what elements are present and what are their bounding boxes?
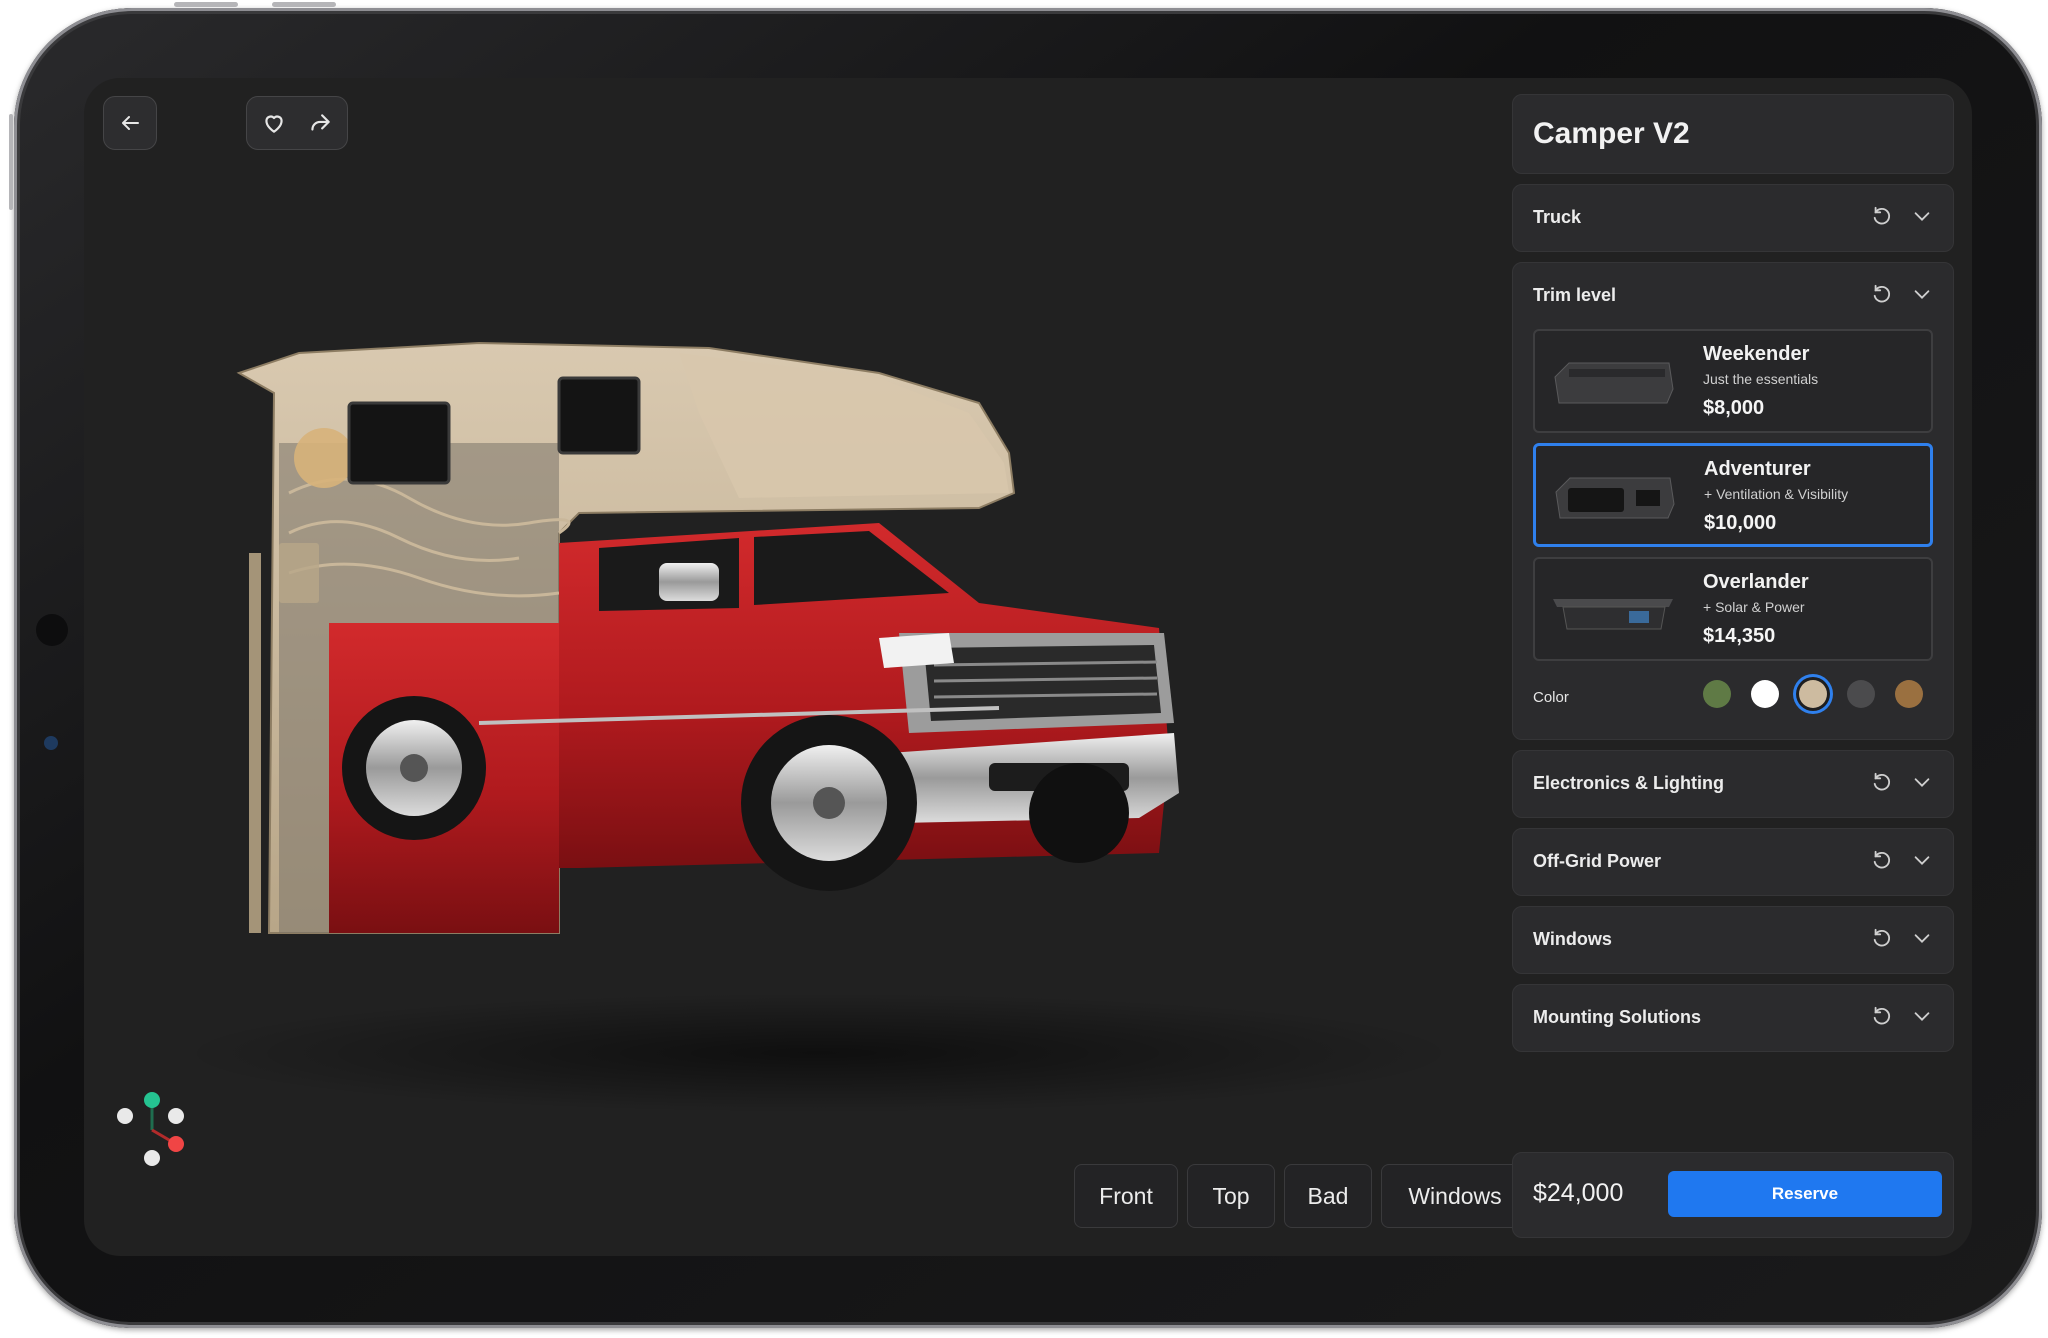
color-swatch[interactable]	[1847, 680, 1875, 708]
reset-icon[interactable]	[1871, 205, 1893, 227]
heart-icon[interactable]	[261, 110, 287, 136]
chevron-down-icon[interactable]	[1911, 1005, 1933, 1027]
power-button	[9, 114, 13, 210]
trim-option-adventurer[interactable]: Adventurer + Ventilation & Visibility $1…	[1533, 443, 1933, 547]
app-screen: Front Top Bad Windows Camper V2 Truck Tr…	[84, 78, 1972, 1256]
section-label: Truck	[1533, 207, 1582, 227]
trim-description: + Ventilation & Visibility	[1704, 486, 1849, 502]
checkout-bar: $24,000 Reserve	[1512, 1152, 1954, 1238]
color-swatch[interactable]	[1751, 680, 1779, 708]
section-mounting-solutions[interactable]: Mounting Solutions	[1512, 984, 1954, 1052]
section-trim-level: Trim level Weekender Just the essentials…	[1512, 262, 1954, 740]
trim-name: Adventurer	[1704, 458, 1811, 480]
axis-gizmo-icon[interactable]	[100, 1078, 210, 1188]
chevron-down-icon[interactable]	[1911, 927, 1933, 949]
chevron-down-icon[interactable]	[1911, 283, 1933, 305]
color-label: Color	[1533, 689, 1569, 706]
arrow-left-icon	[122, 116, 139, 130]
section-label: Off-Grid Power	[1533, 851, 1662, 871]
total-price: $24,000	[1533, 1179, 1624, 1207]
back-button[interactable]	[103, 96, 157, 150]
section-label: Windows	[1533, 929, 1612, 949]
reset-icon[interactable]	[1871, 849, 1893, 871]
vehicle-render[interactable]	[179, 293, 1519, 1123]
color-swatch[interactable]	[1703, 680, 1731, 708]
trim-price: $10,000	[1704, 512, 1777, 534]
chevron-down-icon[interactable]	[1911, 205, 1933, 227]
reset-icon[interactable]	[1871, 927, 1893, 949]
section-label: Electronics & Lighting	[1533, 773, 1725, 793]
view-tab-windows[interactable]: Windows	[1381, 1164, 1529, 1228]
view-tab-front[interactable]: Front	[1074, 1164, 1178, 1228]
trim-option-weekender[interactable]: Weekender Just the essentials $8,000	[1533, 329, 1933, 433]
view-tab-top[interactable]: Top	[1187, 1164, 1275, 1228]
section-truck[interactable]: Truck	[1512, 184, 1954, 252]
action-group	[246, 96, 348, 150]
trim-price: $14,350	[1703, 625, 1776, 647]
section-electronics-lighting[interactable]: Electronics & Lighting	[1512, 750, 1954, 818]
page-title: Camper V2	[1533, 117, 1690, 150]
reset-icon[interactable]	[1871, 771, 1893, 793]
volume-button	[174, 2, 238, 7]
reserve-button[interactable]: Reserve	[1668, 1171, 1942, 1217]
view-tab-bad[interactable]: Bad	[1284, 1164, 1372, 1228]
color-swatch[interactable]	[1895, 680, 1923, 708]
trim-price: $8,000	[1703, 397, 1765, 419]
trim-name: Overlander	[1703, 571, 1809, 593]
chevron-down-icon[interactable]	[1911, 771, 1933, 793]
section-windows[interactable]: Windows	[1512, 906, 1954, 974]
trim-option-overlander[interactable]: Overlander + Solar & Power $14,350	[1533, 557, 1933, 661]
section-label: Trim level	[1533, 285, 1617, 305]
trim-description: Just the essentials	[1703, 371, 1819, 387]
trim-name: Weekender	[1703, 343, 1810, 365]
reset-icon[interactable]	[1871, 1005, 1893, 1027]
section-off-grid-power[interactable]: Off-Grid Power	[1512, 828, 1954, 896]
section-label: Mounting Solutions	[1533, 1007, 1701, 1027]
camper-thumbnail	[1554, 362, 1674, 404]
chevron-down-icon[interactable]	[1911, 849, 1933, 871]
reset-icon[interactable]	[1871, 283, 1893, 305]
trim-description: + Solar & Power	[1703, 599, 1805, 615]
camera-housing	[36, 614, 68, 646]
share-arrow-icon[interactable]	[307, 110, 333, 136]
camper-thumbnail	[1555, 477, 1675, 519]
camera-lens	[44, 736, 58, 750]
volume-button	[272, 2, 336, 7]
camper-thumbnail	[1553, 599, 1673, 630]
title-card: Camper V2	[1512, 94, 1954, 174]
color-swatch[interactable]	[1799, 680, 1827, 708]
